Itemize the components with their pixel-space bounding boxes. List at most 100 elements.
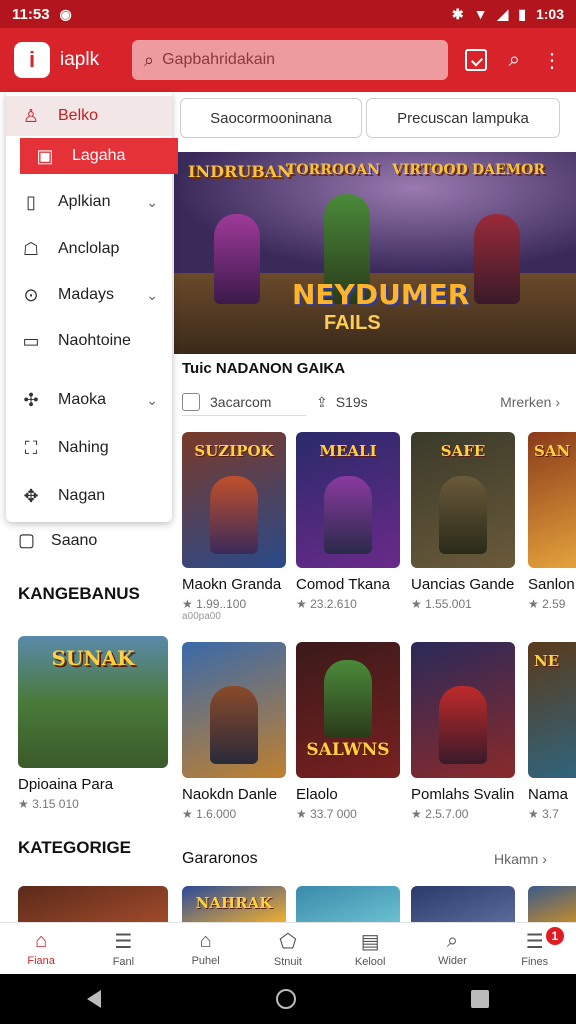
game-rating: ★ 1.6.000 bbox=[182, 807, 237, 821]
nav-item-wider[interactable]: ⌕ Wider bbox=[411, 923, 493, 974]
chevron-down-icon[interactable]: ⌄ bbox=[146, 287, 158, 304]
wifi-icon: ▼ bbox=[473, 6, 488, 22]
nav-item-fines[interactable]: ☰ Fines 1 bbox=[494, 923, 576, 974]
cover-character bbox=[210, 476, 258, 554]
app-logo[interactable]: i bbox=[14, 42, 50, 78]
status-bar: 11:53 ◉ ✱ ▼ ◢ ▮ 1:03 bbox=[0, 0, 576, 28]
search-icon: ⌕ bbox=[446, 930, 459, 952]
featured-left-card[interactable]: SUNAK Dpioaina Para ★ 3.15 010 bbox=[18, 636, 168, 811]
sidebar-item-nagan[interactable]: ✥ Nagan bbox=[6, 476, 172, 516]
banner-title: NEYDUMER bbox=[292, 278, 470, 311]
more-vertical-icon[interactable]: ⋮ bbox=[542, 48, 562, 73]
filter-pill-2[interactable]: Precuscan lampuka bbox=[366, 98, 560, 138]
sidebar-item-maoka[interactable]: ✣ Maoka ⌄ bbox=[6, 380, 172, 420]
banner-logo-4: DAEMOR bbox=[472, 162, 546, 178]
game-card[interactable]: SAN Sanlon ★ 2.59 bbox=[528, 432, 576, 611]
game-rating: ★ 23.2.610 bbox=[296, 597, 357, 611]
sidebar-item-label: Maoka bbox=[58, 391, 107, 408]
banner-logo-1: INDRUBAN bbox=[188, 162, 292, 181]
nav-label: Fiana bbox=[27, 955, 55, 967]
cover-character bbox=[324, 660, 372, 738]
search-input[interactable]: ⌕ Gapbahridakain bbox=[132, 40, 448, 80]
section2-title: Gararonos bbox=[182, 850, 258, 867]
nav-label: Wider bbox=[438, 955, 467, 967]
sidebar-item-belko[interactable]: ♙ Belko bbox=[6, 96, 172, 136]
sidebar-item-saano[interactable]: ▢ Saano bbox=[18, 530, 97, 551]
featured-banner[interactable]: INDRUBAN TORROOAN VIRTOOD DAEMOR NEYDUME… bbox=[174, 152, 576, 354]
game-cover: MEALI bbox=[296, 432, 400, 568]
cover-title: MEALI bbox=[319, 442, 377, 460]
nav-label: Kelool bbox=[354, 956, 386, 968]
game-cover bbox=[182, 642, 286, 778]
home-icon: ⌂ bbox=[35, 930, 48, 952]
left-card-rating: ★ 3.15 010 bbox=[18, 797, 79, 811]
location-icon: ⊙ bbox=[23, 284, 39, 305]
game-name: Maokn Granda bbox=[182, 576, 282, 593]
sidebar-item-nahing[interactable]: ⛶ Nahing bbox=[6, 428, 172, 468]
nav-item-fiana[interactable]: ⌂ Fiana bbox=[0, 923, 82, 974]
section2-more-link[interactable]: Hkamn › bbox=[494, 851, 547, 867]
app-name: iaplk bbox=[60, 49, 100, 70]
chevron-down-icon[interactable]: ⌄ bbox=[146, 392, 158, 409]
user-card-icon: ☖ bbox=[22, 238, 40, 259]
bluetooth-icon: ✱ bbox=[451, 5, 464, 22]
game-card[interactable]: NE Nama ★ 3.7 bbox=[528, 642, 576, 821]
game-card[interactable]: SALWNS Elaolo ★ 33.7 000 bbox=[296, 642, 400, 821]
game-cover: NE bbox=[528, 642, 576, 778]
game-card[interactable] bbox=[296, 886, 400, 922]
game-card[interactable] bbox=[411, 886, 515, 922]
image-icon: ▣ bbox=[36, 145, 54, 166]
game-card[interactable]: SUZIPOK Maokn Granda ★ 1.99..100 a00pa00 bbox=[182, 432, 286, 622]
left-card-name: Dpioaina Para bbox=[18, 776, 114, 793]
game-card[interactable]: Naokdn Danle ★ 1.6.000 bbox=[182, 642, 286, 821]
navigation-drawer: ♙ Belko ▣ Lagaha ▯ Aplkian ⌄ ☖ Anclolap … bbox=[6, 92, 178, 522]
home-circle-icon[interactable] bbox=[275, 989, 296, 1009]
nav-item-fanl[interactable]: ☰ Fanl bbox=[82, 923, 164, 974]
sidebar-item-madays[interactable]: ⊙ Madays ⌄ bbox=[6, 275, 172, 315]
section-title: Tuic NADANON GAIKA bbox=[182, 360, 346, 377]
sidebar-item-label: Nagan bbox=[58, 487, 106, 504]
sort-icon bbox=[182, 392, 200, 411]
game-rating: ★ 33.7 000 bbox=[296, 807, 357, 821]
sidebar-item-label: Aplkian bbox=[58, 193, 111, 210]
checklist-icon[interactable] bbox=[464, 49, 487, 71]
sidebar-item-label: Lagaha bbox=[72, 147, 126, 164]
game-card[interactable]: Pomlahs Svalin ★ 2.5.7.00 bbox=[411, 642, 515, 821]
recent-apps-icon[interactable] bbox=[470, 990, 489, 1008]
game-cover: SUZIPOK bbox=[182, 432, 286, 568]
category-card[interactable] bbox=[18, 886, 168, 922]
sidebar-item-anclolap[interactable]: ☖ Anclolap bbox=[6, 229, 172, 269]
stack-icon: ☰ bbox=[114, 931, 133, 953]
upload-icon[interactable]: ⇪ bbox=[316, 394, 328, 411]
app-icon: ▯ bbox=[26, 191, 36, 212]
sidebar-item-lagaha[interactable]: ▣ Lagaha bbox=[20, 138, 178, 174]
nav-item-kelool[interactable]: ▤ Kelool bbox=[329, 923, 411, 974]
chevron-down-icon[interactable]: ⌄ bbox=[146, 194, 158, 211]
game-name: Naokdn Danle bbox=[182, 786, 278, 803]
game-card[interactable]: SAFE Uancias Gande ★ 1.55.001 bbox=[411, 432, 515, 611]
cover-title: SUZIPOK bbox=[194, 442, 274, 460]
search-action-icon[interactable]: ⌕ bbox=[509, 49, 520, 72]
banner-logo-3: VIRTOOD bbox=[392, 162, 468, 178]
sidebar-item-naohtoine[interactable]: ▭ Naohtoine bbox=[6, 321, 172, 361]
filter-pill-1[interactable]: Saocormooninana bbox=[180, 98, 362, 138]
back-icon[interactable] bbox=[87, 990, 102, 1008]
game-name: Nama bbox=[528, 786, 569, 803]
system-navigation bbox=[0, 974, 576, 1024]
game-card[interactable] bbox=[528, 886, 576, 922]
sort-dropdown[interactable]: 3acarcom bbox=[182, 388, 306, 416]
see-more-link[interactable]: Mrerken › bbox=[500, 394, 560, 410]
game-card[interactable]: NAHRAK bbox=[182, 886, 286, 922]
cover-character bbox=[439, 686, 487, 764]
nav-label: Stnuit bbox=[273, 956, 302, 968]
nav-item-stnuit[interactable]: ⬠ Stnuit bbox=[247, 923, 329, 974]
nav-item-puhel[interactable]: ⌂ Puhel bbox=[165, 923, 247, 974]
sidebar-item-aplkian[interactable]: ▯ Aplkian ⌄ bbox=[6, 182, 172, 222]
sort-row: 3acarcom ⇪ S19s Mrerken › bbox=[182, 386, 572, 418]
cover-character bbox=[439, 476, 487, 554]
search-placeholder: Gapbahridakain bbox=[162, 51, 276, 68]
game-card[interactable]: MEALI Comod Tkana ★ 23.2.610 bbox=[296, 432, 400, 611]
cover-title: SALWNS bbox=[306, 740, 390, 760]
banner-hero-1 bbox=[214, 214, 260, 304]
nav-label: Puhel bbox=[191, 955, 220, 967]
